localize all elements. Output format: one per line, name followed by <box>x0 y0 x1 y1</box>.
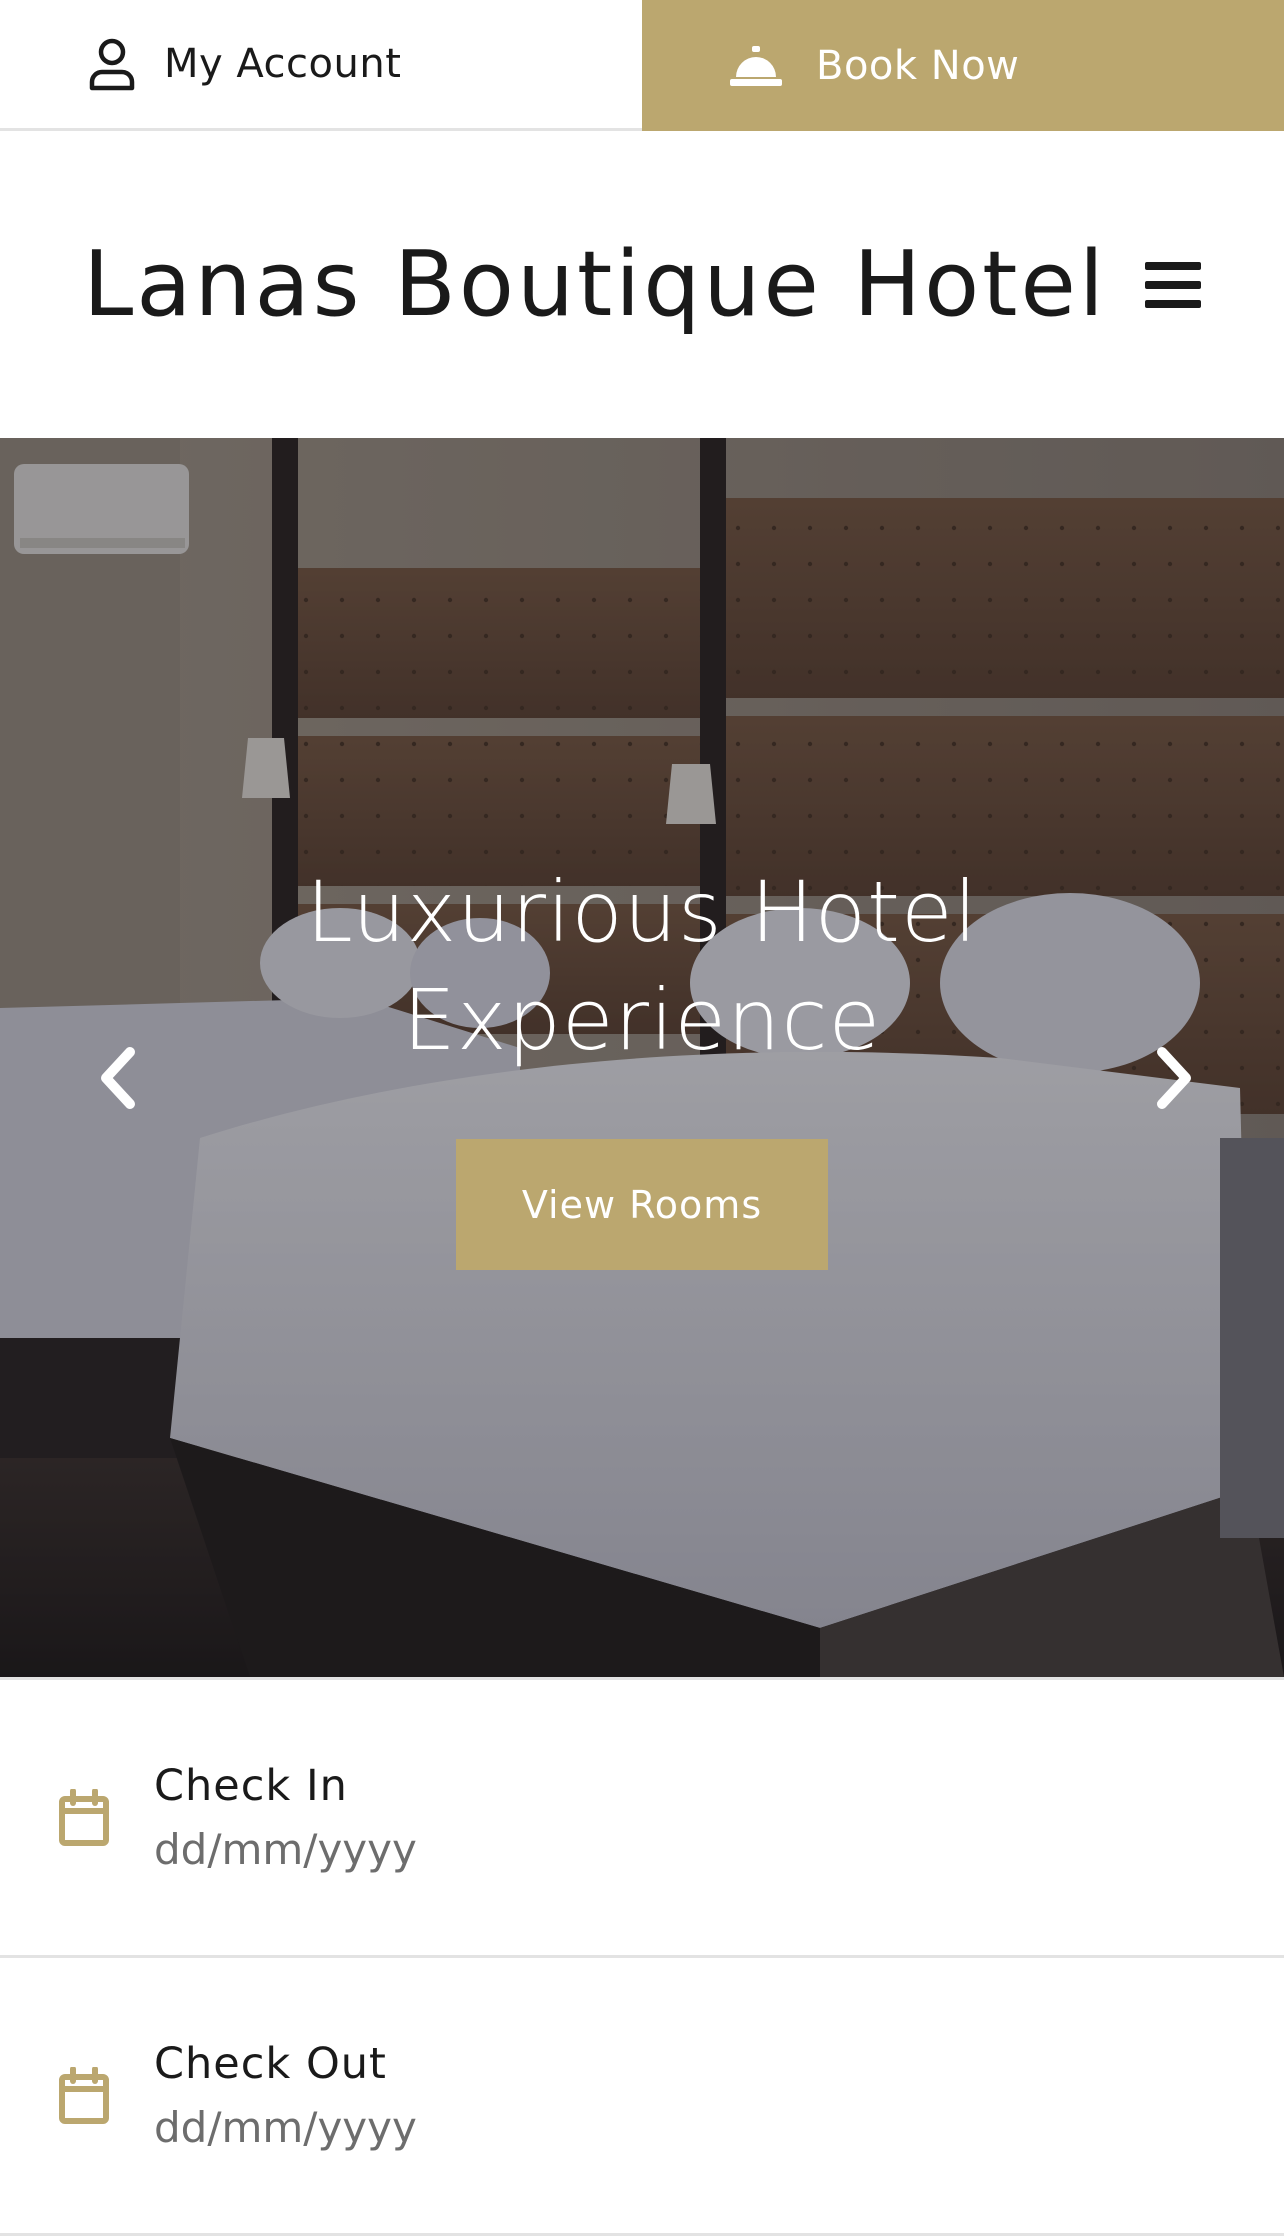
bell-icon <box>730 45 782 86</box>
site-header: Lanas Boutique Hotel <box>0 131 1284 438</box>
hero-title-line-1: Luxurious Hotel <box>306 863 978 961</box>
check-out-label: Check Out <box>154 2039 387 2089</box>
user-icon <box>89 38 135 91</box>
check-in-text: Check In <box>154 1761 754 1874</box>
my-account-button[interactable]: My Account <box>0 0 642 128</box>
calendar-icon <box>59 1788 109 1846</box>
view-rooms-button[interactable]: View Rooms <box>456 1139 828 1270</box>
hero-title-line-2: Experience <box>402 971 882 1069</box>
check-in-input[interactable] <box>154 1825 754 1874</box>
check-out-text: Check Out <box>154 2039 754 2152</box>
hero-slider: Luxurious Hotel Experience View Rooms <box>0 438 1284 1677</box>
hotel-name[interactable]: Lanas Boutique Hotel <box>83 232 1107 337</box>
book-now-label: Book Now <box>816 42 1020 89</box>
hero-title: Luxurious Hotel Experience <box>0 858 1284 1074</box>
check-in-label: Check In <box>154 1761 348 1811</box>
check-out-field[interactable]: Check Out <box>0 1958 1284 2236</box>
book-now-button[interactable]: Book Now <box>642 0 1284 131</box>
top-bar: My Account Book Now <box>0 0 1284 131</box>
check-out-input[interactable] <box>154 2103 754 2152</box>
my-account-label: My Account <box>164 41 402 87</box>
hamburger-menu-icon[interactable] <box>1144 259 1201 311</box>
check-in-field[interactable]: Check In <box>0 1680 1284 1958</box>
booking-form: Check In Check Out <box>0 1677 1284 2236</box>
calendar-icon <box>59 2066 109 2124</box>
